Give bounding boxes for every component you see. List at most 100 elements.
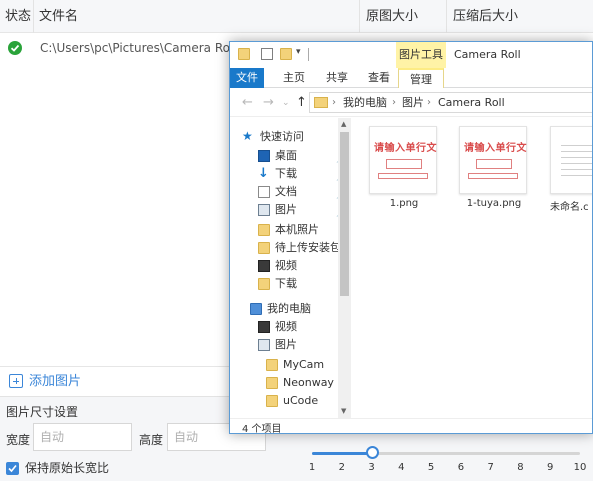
file-thumbnail[interactable]: 请输入单行文: [369, 126, 437, 194]
folder-icon: [258, 278, 270, 290]
status-bar: 4 个项目: [230, 418, 592, 434]
size-settings-title: 图片尺寸设置: [6, 405, 79, 419]
navigation-pane: ★ 快速访问 桌面 📌 ↓ 下载 📌 文档 📌 图片 📌 本机照片: [230, 118, 351, 418]
scrollbar-thumb[interactable]: [340, 132, 349, 296]
column-original-size[interactable]: 原图大小: [366, 0, 418, 33]
properties-icon[interactable]: [261, 48, 273, 60]
item-count: 4 个项目: [242, 424, 282, 434]
column-divider: [33, 0, 34, 33]
column-status[interactable]: 状态: [5, 0, 31, 33]
file-thumbnail[interactable]: [550, 126, 592, 194]
tab-home[interactable]: 主页: [275, 68, 313, 88]
breadcrumb-item[interactable]: 我的电脑: [343, 93, 387, 112]
breadcrumb-item[interactable]: Camera Roll: [438, 93, 505, 112]
folder-icon: [266, 377, 278, 389]
tab-file[interactable]: 文件: [230, 68, 264, 88]
add-image-label: 添加图片: [29, 374, 82, 389]
nav-pictures[interactable]: 图片 📌: [238, 201, 348, 219]
video-icon: [258, 321, 270, 333]
slider-tick-label: 8: [517, 462, 524, 473]
file-name[interactable]: 1-tuya.png: [459, 198, 529, 209]
scroll-down-icon[interactable]: ▼: [341, 407, 346, 415]
nav-desktop[interactable]: 桌面 📌: [238, 147, 348, 165]
width-label: 宽度: [6, 433, 31, 447]
slider-fill: [312, 452, 372, 455]
document-line: [561, 169, 592, 170]
folder-icon: [266, 395, 278, 407]
back-arrow-icon[interactable]: ←: [242, 95, 253, 110]
ribbon-tabs: 文件 主页 共享 查看 管理: [230, 68, 592, 88]
slider-tick-label: 2: [338, 462, 345, 473]
column-divider: [359, 0, 360, 33]
star-icon: ★: [242, 129, 253, 143]
pictures-icon: [258, 204, 270, 216]
column-filename[interactable]: 文件名: [39, 0, 78, 33]
file-explorer-window: ▾ 图片工具 Camera Roll 文件 主页 共享 查看 管理 ← → ⌄ …: [229, 41, 593, 434]
file-path: C:\Users\pc\Pictures\Camera Roll\1.: [40, 41, 253, 55]
up-arrow-icon[interactable]: ↑: [296, 95, 307, 110]
tab-manage[interactable]: 管理: [398, 68, 444, 88]
forward-arrow-icon[interactable]: →: [263, 95, 274, 110]
slider-tick-label: 7: [487, 462, 494, 473]
file-thumbnail[interactable]: 请输入单行文: [459, 126, 527, 194]
document-line: [561, 151, 592, 152]
document-icon: [258, 186, 270, 198]
recent-locations-icon[interactable]: ⌄: [282, 98, 290, 108]
tab-share[interactable]: 共享: [318, 68, 356, 88]
keep-ratio-checkbox[interactable]: [6, 462, 19, 475]
column-compressed-size[interactable]: 压缩后大小: [453, 0, 518, 33]
picture-tools-tab[interactable]: 图片工具: [396, 42, 446, 68]
document-line: [561, 145, 592, 146]
desktop-icon: [258, 150, 270, 162]
breadcrumb-item[interactable]: 图片: [402, 93, 424, 112]
slider-tick-label: 1: [308, 462, 316, 473]
address-box[interactable]: › 我的电脑 › 图片 › Camera Roll: [309, 92, 592, 113]
thumbnail-text: 请输入单行文: [374, 143, 437, 154]
scroll-up-icon[interactable]: ▲: [341, 120, 346, 128]
document-line: [561, 175, 592, 176]
video-icon: [258, 260, 270, 272]
chevron-right-icon[interactable]: ›: [427, 93, 431, 112]
file-name[interactable]: 1.png: [369, 198, 439, 209]
thumbnail-shape: [378, 173, 428, 179]
slider-track[interactable]: [312, 452, 580, 455]
slider-tick-label: 9: [547, 462, 554, 473]
plus-icon: [9, 374, 23, 388]
new-folder-icon[interactable]: [280, 48, 292, 60]
tab-view[interactable]: 查看: [360, 68, 398, 88]
folder-icon: [266, 359, 278, 371]
slider-tick-label: 3: [368, 462, 375, 473]
computer-icon: [250, 303, 262, 315]
address-bar: ← → ⌄ ↑ › 我的电脑 › 图片 › Camera Roll: [230, 89, 592, 117]
success-check-icon: [8, 41, 22, 55]
column-divider: [446, 0, 447, 33]
document-line: [561, 157, 592, 158]
slider-handle[interactable]: [365, 446, 379, 459]
document-line: [561, 163, 592, 164]
navigation-scrollbar[interactable]: ▲ ▼: [338, 118, 351, 418]
nav-documents[interactable]: 文档 📌: [238, 183, 348, 201]
nav-downloads[interactable]: ↓ 下载 📌: [238, 165, 348, 183]
title-bar: ▾ 图片工具 Camera Roll: [230, 42, 592, 68]
file-name[interactable]: 未命名.c: [550, 198, 589, 213]
folder-icon[interactable]: [238, 48, 250, 60]
file-table-header: 状态 文件名 原图大小 压缩后大小: [0, 0, 593, 33]
pictures-icon: [258, 339, 270, 351]
chevron-right-icon[interactable]: ›: [392, 93, 396, 112]
file-list: 请输入单行文 1.png 请输入单行文 1-tuya.png 未命名.c: [352, 118, 592, 418]
slider-tick-label: 5: [427, 462, 435, 473]
download-icon: ↓: [258, 166, 269, 181]
height-label: 高度: [139, 433, 164, 447]
thumbnail-shape: [386, 159, 422, 169]
folder-icon: [258, 224, 270, 236]
keep-ratio-label: 保持原始长宽比: [25, 461, 110, 475]
customize-toolbar-icon[interactable]: ▾: [296, 47, 308, 59]
slider-tick-label: 6: [457, 462, 465, 473]
slider-tick-label: 4: [398, 462, 405, 473]
chevron-right-icon[interactable]: ›: [332, 93, 336, 112]
slider-tick-label: 10: [573, 462, 587, 473]
thumbnail-shape: [476, 159, 512, 169]
folder-icon: [314, 97, 328, 108]
width-input[interactable]: 自动: [33, 423, 132, 451]
thumbnail-shape: [468, 173, 518, 179]
